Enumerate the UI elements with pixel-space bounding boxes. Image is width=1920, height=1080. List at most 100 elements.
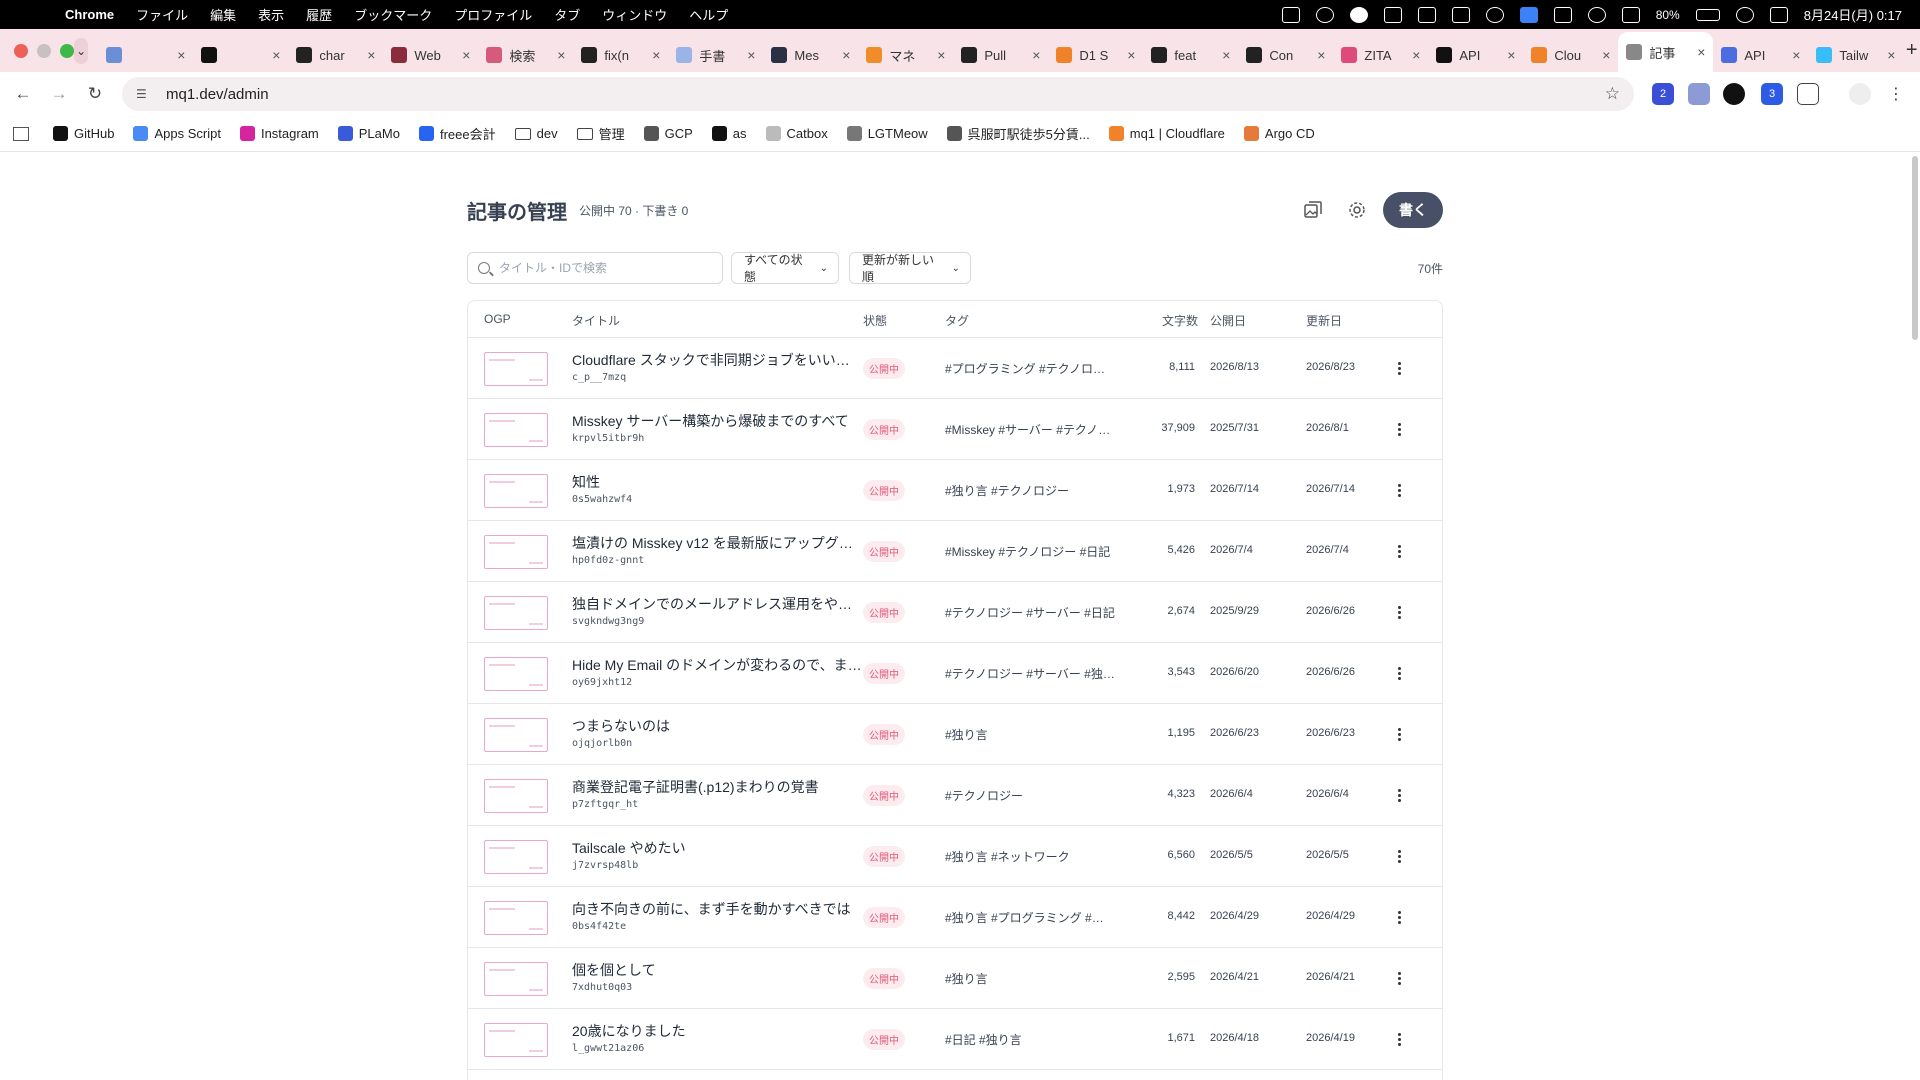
- tab-close-icon[interactable]: ×: [1602, 47, 1610, 63]
- tab-close-icon[interactable]: ×: [1222, 47, 1230, 63]
- tab-close-icon[interactable]: ×: [177, 47, 185, 63]
- tab-close-icon[interactable]: ×: [1697, 44, 1705, 60]
- tab-close-icon[interactable]: ×: [1792, 47, 1800, 63]
- ogp-thumbnail[interactable]: [484, 535, 548, 569]
- table-row[interactable]: Misskey サーバー構築から爆破までのすべて krpvl5itbr9h 公開中 #…: [468, 399, 1442, 460]
- browser-tab[interactable]: API ×: [1713, 38, 1808, 72]
- tab-close-icon[interactable]: ×: [272, 47, 280, 63]
- address-bar[interactable]: ☰ mq1.dev/admin ☆: [122, 77, 1634, 111]
- ogp-thumbnail[interactable]: [484, 901, 548, 935]
- menubar-clock[interactable]: 8月24日(月) 0:17: [1804, 5, 1902, 24]
- bookmark-item[interactable]: as: [711, 126, 747, 141]
- status-filter-select[interactable]: すべての状態 ⌄: [731, 252, 839, 284]
- bookmark-item[interactable]: GCP: [643, 126, 693, 141]
- page-scrollbar[interactable]: [1912, 156, 1918, 340]
- browser-tab[interactable]: 検索 ×: [478, 38, 573, 72]
- row-menu-button[interactable]: [1389, 724, 1409, 744]
- status-app-icon[interactable]: [1281, 6, 1300, 23]
- table-row[interactable]: つまらないのは ojqjorlb0n 公開中 #独り言 1,195 2026/6/23 20…: [468, 704, 1442, 765]
- ogp-thumbnail[interactable]: [484, 413, 548, 447]
- tab-close-icon[interactable]: ×: [462, 47, 470, 63]
- back-button[interactable]: ←: [5, 84, 41, 104]
- table-row[interactable]: 商業登記電子証明書(.p12)まわりの覚書 p7zftgqr_ht 公開中 #テクノロ…: [468, 765, 1442, 826]
- tab-close-icon[interactable]: ×: [747, 47, 755, 63]
- profile-avatar[interactable]: [1849, 83, 1871, 105]
- site-info-icon[interactable]: ☰: [136, 87, 152, 101]
- ogp-thumbnail[interactable]: [484, 596, 548, 630]
- row-menu-button[interactable]: [1389, 358, 1409, 378]
- article-title[interactable]: Hide My Email のドメインが変わるので、まとめた: [572, 655, 862, 675]
- tab-close-icon[interactable]: ×: [557, 47, 565, 63]
- bookmark-item[interactable]: LGTMeow: [846, 126, 928, 141]
- battery-icon[interactable]: [1695, 8, 1720, 21]
- bookmark-item[interactable]: Argo CD: [1243, 126, 1315, 141]
- forward-button[interactable]: →: [41, 84, 77, 104]
- menu-file[interactable]: ファイル: [125, 5, 199, 24]
- sort-select[interactable]: 更新が新しい順 ⌄: [849, 252, 971, 284]
- apps-grid-icon[interactable]: [13, 126, 29, 141]
- tab-close-icon[interactable]: ×: [1412, 47, 1420, 63]
- menu-history[interactable]: 履歴: [295, 5, 343, 24]
- browser-tab[interactable]: D1 S ×: [1048, 38, 1143, 72]
- ogp-thumbnail[interactable]: [484, 718, 548, 752]
- minimize-window-button[interactable]: [37, 43, 51, 58]
- status-bird-icon[interactable]: [1315, 6, 1334, 23]
- row-menu-button[interactable]: [1389, 846, 1409, 866]
- table-row[interactable]: 個を個として 7xdhut0q03 公開中 #独り言 2,595 2026/4/21 202…: [468, 948, 1442, 1009]
- menu-view[interactable]: 表示: [247, 5, 295, 24]
- row-menu-button[interactable]: [1389, 785, 1409, 805]
- status-edit-icon[interactable]: [1519, 6, 1538, 23]
- status-cloud-icon[interactable]: [1553, 6, 1572, 23]
- row-menu-button[interactable]: [1389, 480, 1409, 500]
- browser-tab[interactable]: fix(n ×: [573, 38, 668, 72]
- tab-close-icon[interactable]: ×: [937, 47, 945, 63]
- menu-profile[interactable]: プロファイル: [443, 5, 543, 24]
- close-window-button[interactable]: [14, 43, 28, 58]
- table-row[interactable]: Tailscale やめたい j7zvrsp48lb 公開中 #独り言 #ネットワーク…: [468, 826, 1442, 887]
- browser-tab[interactable]: ×: [98, 38, 193, 72]
- article-title[interactable]: 個を個として: [572, 960, 862, 980]
- status-input-icon[interactable]: [1621, 6, 1640, 23]
- row-menu-button[interactable]: [1389, 419, 1409, 439]
- extension-4-icon[interactable]: 3: [1761, 83, 1783, 105]
- table-row[interactable]: Hide My Email のドメインが変わるので、まとめた oy69jxht12…: [468, 643, 1442, 704]
- bookmark-item[interactable]: GitHub: [53, 126, 114, 141]
- browser-tab[interactable]: ×: [193, 38, 288, 72]
- row-menu-button[interactable]: [1389, 541, 1409, 561]
- tab-close-icon[interactable]: ×: [1317, 47, 1325, 63]
- row-menu-button[interactable]: [1389, 907, 1409, 927]
- table-row[interactable]: 独自ドメインでのメールアドレス運用をやめた svgkndwg3ng9 公開中 #テクノ…: [468, 582, 1442, 643]
- browser-tab[interactable]: ZITA ×: [1333, 38, 1428, 72]
- menu-tab[interactable]: タブ: [543, 5, 591, 24]
- status-app2-icon[interactable]: [1451, 6, 1470, 23]
- status-shield-icon[interactable]: [1417, 6, 1436, 23]
- tab-close-icon[interactable]: ×: [842, 47, 850, 63]
- tab-close-icon[interactable]: ×: [652, 47, 660, 63]
- ogp-thumbnail[interactable]: [484, 1023, 548, 1057]
- status-record-icon[interactable]: [1485, 6, 1504, 23]
- browser-tab[interactable]: char ×: [288, 38, 383, 72]
- tab-close-icon[interactable]: ×: [367, 47, 375, 63]
- article-title[interactable]: Misskey サーバー構築から爆破までのすべて: [572, 411, 862, 431]
- menu-help[interactable]: ヘルプ: [678, 5, 739, 24]
- control-center-icon[interactable]: [1769, 6, 1788, 23]
- table-row[interactable]: 向き不向きの前に、まず手を動かすべきでは 0bs4f42te 公開中 #独り言 #プロ…: [468, 887, 1442, 948]
- article-title[interactable]: 20歳になりました: [572, 1021, 862, 1041]
- article-title[interactable]: 塩漬けの Misskey v12 を最新版にアップグレードした: [572, 533, 862, 553]
- article-title[interactable]: 商業登記電子証明書(.p12)まわりの覚書: [572, 777, 862, 797]
- bookmark-item[interactable]: Instagram: [239, 126, 319, 141]
- menu-window[interactable]: ウィンドウ: [591, 5, 678, 24]
- settings-button[interactable]: [1343, 196, 1371, 224]
- extension-1-icon[interactable]: 2: [1652, 83, 1674, 105]
- browser-tab[interactable]: Clou ×: [1523, 38, 1618, 72]
- table-row[interactable]: 知性 0s5wahzwf4 公開中 #独り言 #テクノロジー 1,973 2026/7/1…: [468, 460, 1442, 521]
- ogp-thumbnail[interactable]: [484, 352, 548, 386]
- article-title[interactable]: つまらないのは: [572, 716, 862, 736]
- bookmark-item[interactable]: 呉服町駅徒歩5分賃...: [946, 124, 1090, 143]
- table-row[interactable]: 20歳になりました l_gwwt21az06 公開中 #日記 #独り言 1,671 202…: [468, 1009, 1442, 1070]
- tab-close-icon[interactable]: ×: [1127, 47, 1135, 63]
- article-title[interactable]: 向き不向きの前に、まず手を動かすべきでは: [572, 899, 862, 919]
- menu-app-name[interactable]: Chrome: [54, 7, 125, 22]
- chrome-menu-icon[interactable]: ⋮: [1885, 83, 1907, 105]
- ogp-thumbnail[interactable]: [484, 474, 548, 508]
